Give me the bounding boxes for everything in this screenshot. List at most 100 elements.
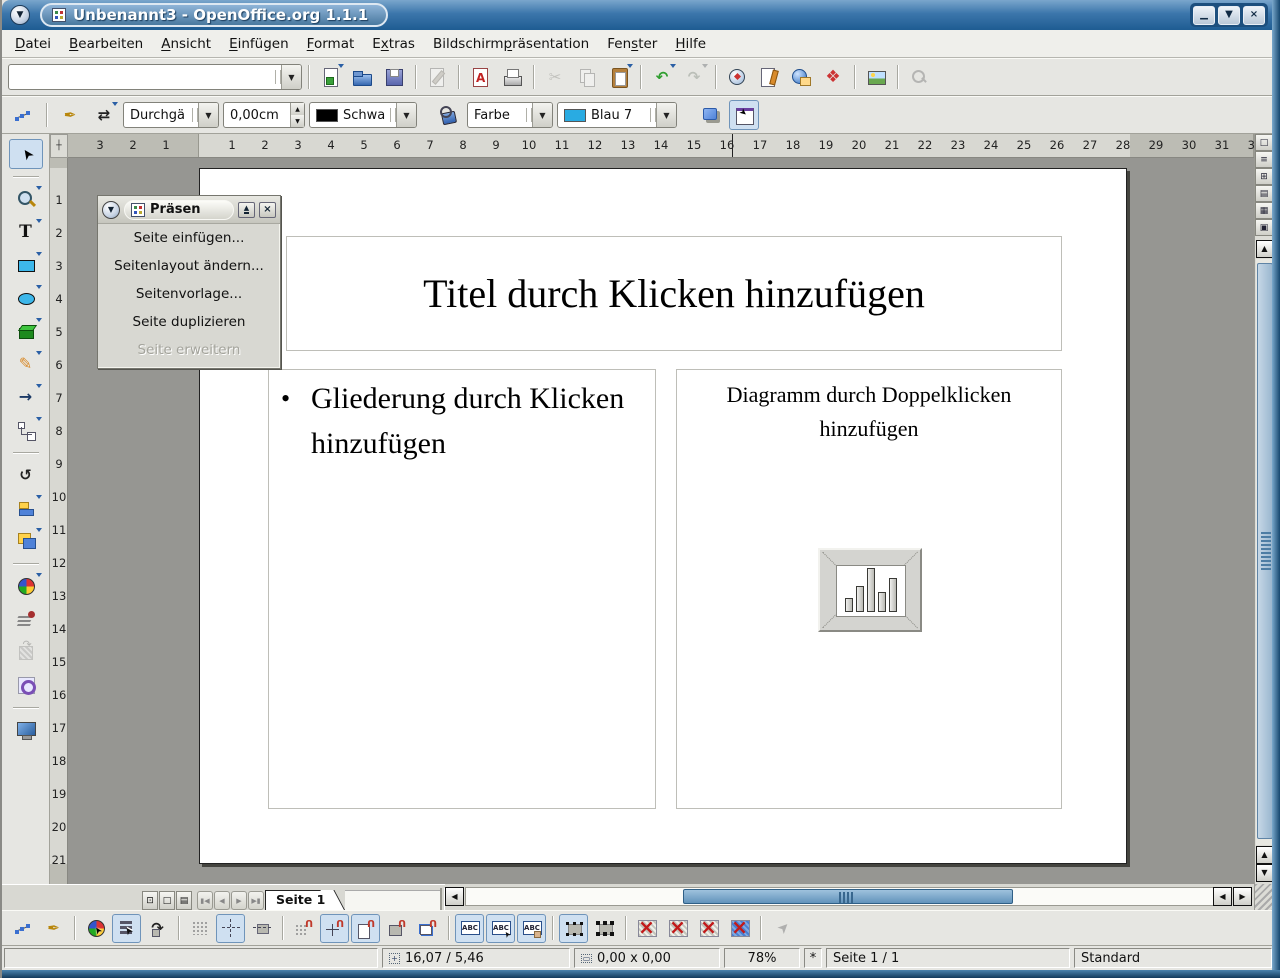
palette-item[interactable]: Seite einfügen... [98, 224, 280, 252]
rotate-tool-button[interactable] [9, 460, 43, 490]
paste-button[interactable] [604, 62, 634, 92]
zoom-tool-button[interactable] [9, 184, 43, 214]
area-style-button[interactable] [433, 100, 463, 130]
palette-titlebar[interactable]: ▼ Präsen ▲ × [98, 196, 280, 224]
title-placeholder[interactable]: Titel durch Klicken hinzufügen [286, 236, 1062, 351]
vertical-scrollbar-thumb[interactable] [1257, 263, 1273, 839]
selection-mode-button[interactable] [112, 914, 141, 943]
status-page-field[interactable]: Seite 1 / 1 [826, 948, 1070, 968]
select-text-area-button[interactable] [486, 914, 515, 943]
maximize-button[interactable]: ▼ [1218, 6, 1240, 25]
palette-close-button[interactable]: × [259, 202, 276, 218]
resize-grip[interactable] [1254, 884, 1274, 910]
no-contour-button[interactable] [663, 914, 692, 943]
palette-menu-button[interactable]: ▼ [102, 201, 120, 219]
screen-show-tool-button[interactable] [9, 715, 43, 745]
close-button[interactable]: × [1243, 6, 1265, 25]
scroll-left-button-2[interactable]: ◀ [1213, 887, 1232, 906]
notes-view-button[interactable]: ▤ [1255, 185, 1273, 202]
scroll-left-button[interactable]: ◀ [445, 887, 464, 906]
line-color-dropdown-button[interactable]: ▼ [396, 103, 416, 127]
show-grid-button[interactable] [185, 914, 214, 943]
rect-tool-button[interactable] [9, 250, 43, 280]
url-combo[interactable]: ▼ [8, 64, 302, 90]
quick-edit-button[interactable] [455, 914, 484, 943]
rotate-mode-button[interactable] [143, 914, 172, 943]
undo-button[interactable] [647, 62, 677, 92]
menu-format[interactable]: Format [298, 32, 364, 56]
open-document-button[interactable] [347, 62, 377, 92]
quick-effects-button[interactable] [81, 914, 110, 943]
next-page-button[interactable]: ▼ [1256, 864, 1273, 882]
connector-tool-button[interactable] [9, 415, 43, 445]
status-zoom-field[interactable]: 78% [724, 948, 800, 968]
url-dropdown-button[interactable]: ▼ [281, 65, 301, 89]
stylist-button[interactable] [754, 62, 784, 92]
window-menu-button[interactable]: ▼ [10, 5, 30, 25]
presentation-button[interactable] [861, 62, 891, 92]
fill-color-combo[interactable]: Blau 7 ▼ [557, 102, 677, 128]
horizontal-ruler[interactable]: 3211234567891011121314151617181920212223… [68, 134, 1254, 158]
snap-margins-button[interactable] [351, 914, 380, 943]
select-button[interactable] [9, 139, 43, 169]
large-handles-button[interactable] [590, 914, 619, 943]
snap-guides-button[interactable] [320, 914, 349, 943]
simple-handles-button[interactable] [559, 914, 588, 943]
window-titlebar[interactable]: ▼ Unbenannt3 - OpenOffice.org 1.1.1 ▁ ▼ … [2, 0, 1280, 30]
effects-tool-button[interactable] [9, 571, 43, 601]
start-show-button[interactable]: ▣ [1255, 219, 1273, 236]
export-pdf-button[interactable] [465, 62, 495, 92]
line-tool-button[interactable] [9, 382, 43, 412]
page-mode-button[interactable]: ⊡ [142, 891, 158, 910]
slide-page[interactable]: Titel durch Klicken hinzufügen •Gliederu… [199, 168, 1127, 864]
outline-view-button[interactable]: ≡ [1255, 151, 1273, 168]
snap-points-button[interactable] [413, 914, 442, 943]
navigator-button[interactable] [722, 62, 752, 92]
guides-when-moving-button[interactable] [247, 914, 276, 943]
palette-rollup-button[interactable]: ▲ [238, 202, 255, 218]
first-page-button[interactable]: ▮◀ [197, 891, 213, 910]
vertical-ruler[interactable]: 123456789101112131415161718192021 [50, 158, 68, 884]
object3d-tool-button[interactable] [9, 316, 43, 346]
last-page-button[interactable]: ▶▮ [248, 891, 264, 910]
menu-einfügen[interactable]: Einfügen [220, 32, 298, 56]
no-text-button[interactable] [694, 914, 723, 943]
no-hairline-button[interactable] [725, 914, 754, 943]
scroll-right-button[interactable]: ▶ [1233, 887, 1252, 906]
save-document-button[interactable] [379, 62, 409, 92]
palette-item[interactable]: Seitenlayout ändern... [98, 252, 280, 280]
window-frame-bottom[interactable] [2, 970, 1280, 978]
fill-type-combo[interactable]: Farbe ▼ [467, 102, 553, 128]
handout-view-button[interactable]: ▦ [1255, 202, 1273, 219]
line-style-combo[interactable]: Durchgä ▼ [123, 102, 219, 128]
menu-ansicht[interactable]: Ansicht [152, 32, 220, 56]
text-tool-button[interactable] [9, 217, 43, 247]
chart-placeholder[interactable]: Diagramm durch Doppelklicken hinzufügen [676, 369, 1062, 809]
previous-tab-button[interactable]: ◀ [214, 891, 230, 910]
master-mode-button[interactable]: □ [159, 891, 175, 910]
palette-item[interactable]: Seite duplizieren [98, 308, 280, 336]
zoom-page-button[interactable] [818, 62, 848, 92]
minimize-button[interactable]: ▁ [1193, 6, 1215, 25]
presentation-palette[interactable]: ▼ Präsen ▲ × Seite einfügen...Seitenlayo… [97, 195, 281, 369]
previous-page-button[interactable]: ▲ [1256, 846, 1273, 864]
arrow-style-button[interactable] [89, 100, 119, 130]
snap-grid-button[interactable] [289, 914, 318, 943]
presentation-box-button[interactable] [729, 100, 759, 130]
line-pen-button[interactable] [55, 100, 85, 130]
chart-placeholder-icon[interactable] [818, 548, 922, 632]
horizontal-scrollbar-track[interactable] [465, 887, 1230, 906]
print-file-button[interactable] [497, 62, 527, 92]
status-style-field[interactable]: Standard [1074, 948, 1272, 968]
glue-points-button[interactable] [39, 914, 68, 943]
fill-color-dropdown-button[interactable]: ▼ [656, 103, 676, 127]
snap-frame-button[interactable] [382, 914, 411, 943]
no-picture-button[interactable] [632, 914, 661, 943]
align-tool-button[interactable] [9, 493, 43, 523]
dblclick-edit-button[interactable] [517, 914, 546, 943]
new-document-button[interactable] [315, 62, 345, 92]
fill-type-dropdown-button[interactable]: ▼ [532, 103, 552, 127]
show-guides-button[interactable] [216, 914, 245, 943]
menu-fenster[interactable]: Fenster [598, 32, 666, 56]
curve-tool-button[interactable] [9, 349, 43, 379]
